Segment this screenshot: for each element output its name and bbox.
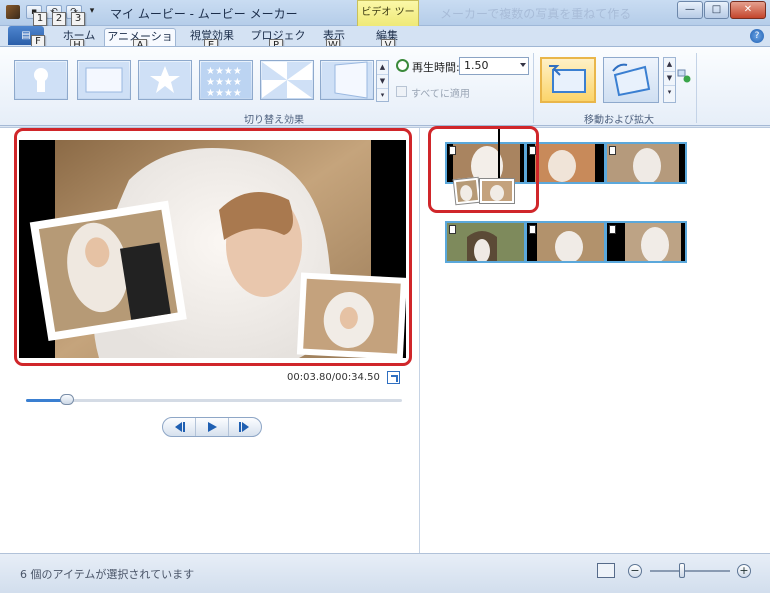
moviemaker-app-icon[interactable] — [6, 5, 20, 19]
gallery-scroller[interactable]: ▲ ▼ ▾ — [376, 60, 389, 102]
next-frame-button[interactable] — [229, 418, 261, 436]
preview-pane: 00:03.80/00:34.50 — [0, 128, 420, 554]
selection-status: 6 個のアイテムが選択されています — [20, 568, 195, 581]
maximize-button[interactable]: □ — [704, 1, 729, 19]
clip-highlight — [428, 126, 539, 213]
stars-grid-transition-icon[interactable]: ★★★★ ★★★★ ★★★★ — [199, 60, 253, 100]
svg-text:★★★★: ★★★★ — [206, 66, 242, 77]
group-separator — [696, 53, 697, 123]
ribbon-tab-row: ▤ F ホーム H アニメーション A 視覚効果 E プロジェクト P 表示 W… — [0, 26, 770, 59]
duration-select[interactable]: 1.50 — [459, 57, 529, 75]
pinwheel-transition-icon[interactable] — [260, 60, 314, 100]
zoom-slider-handle[interactable] — [679, 563, 685, 578]
svg-text:★★★★: ★★★★ — [206, 88, 242, 99]
storyboard-pane — [421, 126, 770, 554]
clip-marker — [609, 146, 616, 155]
workspace: 00:03.80/00:34.50 — [0, 126, 770, 554]
page-turn-transition-icon[interactable] — [320, 60, 374, 100]
playback-controls — [162, 417, 262, 437]
zoom-out-button[interactable]: − — [628, 564, 642, 578]
clip-marker — [609, 225, 616, 234]
zoom-slider[interactable] — [650, 570, 730, 572]
previous-frame-button[interactable] — [163, 418, 196, 436]
keyhole-transition-icon[interactable] — [14, 60, 68, 100]
storyboard-clip[interactable] — [525, 221, 606, 263]
fullscreen-icon[interactable] — [387, 371, 400, 384]
duration-label: 再生時間: — [412, 61, 460, 74]
status-bar: 6 個のアイテムが選択されています − + — [0, 553, 770, 593]
close-button[interactable]: ✕ — [730, 1, 766, 19]
preview-highlight — [14, 128, 412, 366]
clip-marker — [449, 225, 456, 234]
pan-zoom-group-label: 移動および拡大 — [584, 115, 654, 126]
play-button[interactable] — [196, 418, 229, 436]
pan-zoom-in-icon[interactable] — [540, 57, 596, 103]
storyboard-clip[interactable] — [445, 221, 526, 263]
playback-time: 00:03.80/00:34.50 — [287, 372, 380, 383]
background-title-text: メーカーで複数の写真を重ねて作る — [440, 7, 632, 21]
apply-all-icon — [396, 86, 407, 97]
pan-zoom-down-icon[interactable]: ▼ — [664, 72, 675, 86]
duration-clock-icon — [396, 59, 409, 72]
storyboard-clip[interactable] — [605, 221, 687, 263]
chevron-down-icon[interactable] — [520, 63, 526, 67]
apply-to-all-button[interactable]: すべてに適用 — [411, 85, 470, 100]
ribbon-panel: ★★★★ ★★★★ ★★★★ ▲ ▼ ▾ 切り替え効果 再生時間: 1.50 す… — [0, 46, 770, 126]
svg-text:★★★★: ★★★★ — [206, 77, 242, 88]
title-bar: ▪ ↶ ↷ ▾ 1 2 3 マイ ムービー - ムービー メーカー ビデオ ツー… — [0, 0, 770, 42]
window-title: マイ ムービー - ムービー メーカー — [110, 7, 298, 21]
gallery-more-icon[interactable]: ▾ — [377, 89, 388, 103]
green-check-icon[interactable] — [677, 69, 691, 83]
keytip-2: 2 — [52, 12, 66, 26]
pan-zoom-up-icon[interactable]: ▲ — [664, 58, 675, 72]
seek-handle[interactable] — [60, 394, 75, 405]
zoom-in-button[interactable]: + — [737, 564, 751, 578]
thumbnail-size-icon[interactable] — [597, 563, 615, 578]
help-icon[interactable]: ? — [750, 29, 764, 43]
rectangle-transition-icon[interactable] — [77, 60, 131, 100]
pan-zoom-scroller[interactable]: ▲ ▼ ▾ — [663, 57, 676, 103]
minimize-button[interactable]: — — [677, 1, 703, 19]
keytip-1: 1 — [33, 12, 47, 26]
keytip-3: 3 — [71, 12, 85, 26]
pan-zoom-more-icon[interactable]: ▾ — [664, 86, 675, 100]
gallery-up-icon[interactable]: ▲ — [377, 61, 388, 75]
star-transition-icon[interactable] — [138, 60, 192, 100]
duration-value: 1.50 — [464, 59, 489, 72]
transitions-group-label: 切り替え効果 — [244, 115, 304, 126]
storyboard-clip[interactable] — [605, 142, 687, 184]
pan-zoom-rotate-icon[interactable] — [603, 57, 659, 103]
customize-toolbar-icon[interactable]: ▾ — [86, 5, 98, 19]
gallery-down-icon[interactable]: ▼ — [377, 75, 388, 89]
seek-bar[interactable] — [26, 394, 402, 405]
group-separator — [533, 53, 534, 123]
video-tools-context-tab: ビデオ ツール — [357, 0, 419, 42]
clip-marker — [529, 225, 536, 234]
